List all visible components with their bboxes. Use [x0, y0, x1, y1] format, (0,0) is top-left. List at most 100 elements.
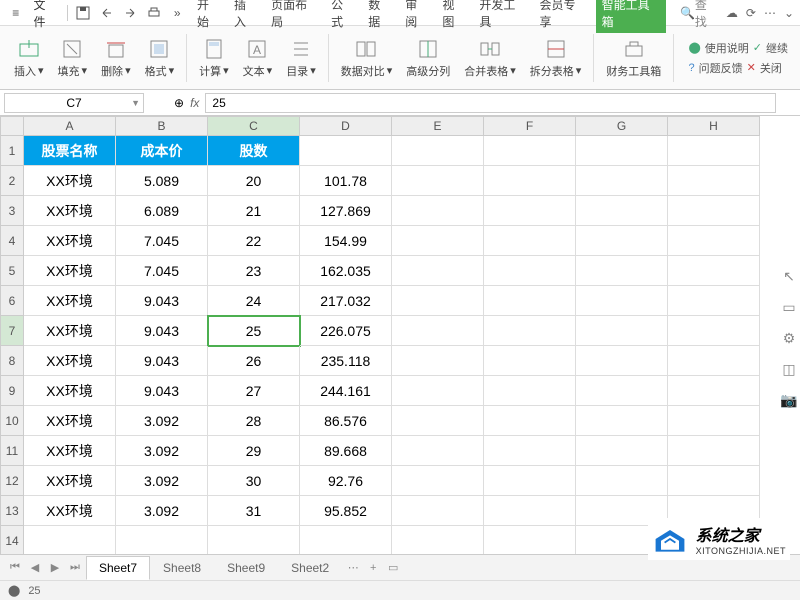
menu-tab[interactable]: 开发工具 — [473, 0, 531, 33]
row-header[interactable]: 13 — [0, 496, 24, 526]
cell[interactable] — [576, 346, 668, 376]
cell[interactable] — [484, 376, 576, 406]
cell[interactable]: XX环境 — [24, 196, 116, 226]
sheet-list-icon[interactable]: ▭ — [384, 559, 402, 577]
delete-button[interactable]: 删除▾ — [95, 35, 137, 81]
cell[interactable] — [392, 376, 484, 406]
cell[interactable] — [576, 286, 668, 316]
menu-tab[interactable]: 开始 — [191, 0, 226, 33]
cell[interactable] — [576, 406, 668, 436]
cell[interactable] — [392, 346, 484, 376]
cell[interactable]: 9.043 — [116, 316, 208, 346]
cell[interactable]: XX环境 — [24, 316, 116, 346]
cell[interactable] — [484, 526, 576, 556]
cell[interactable] — [668, 406, 760, 436]
cell[interactable] — [576, 166, 668, 196]
row-header[interactable]: 1 — [0, 136, 24, 166]
cell[interactable]: 3.092 — [116, 436, 208, 466]
more-sheets-icon[interactable]: ⋯ — [344, 559, 362, 577]
cell[interactable]: 154.99 — [300, 226, 392, 256]
cell[interactable]: 7.045 — [116, 226, 208, 256]
cell[interactable]: 162.035 — [300, 256, 392, 286]
cell[interactable]: 30 — [208, 466, 300, 496]
cell[interactable]: 127.869 — [300, 196, 392, 226]
cell[interactable] — [392, 196, 484, 226]
cell[interactable]: 9.043 — [116, 376, 208, 406]
cell[interactable] — [392, 136, 484, 166]
chart-icon[interactable]: ◫ — [782, 361, 795, 378]
cell[interactable] — [668, 466, 760, 496]
cell[interactable] — [668, 196, 760, 226]
cell[interactable]: 3.092 — [116, 466, 208, 496]
cloud-icon[interactable]: ☁ — [726, 6, 738, 20]
menu-tab[interactable]: 公式 — [325, 0, 360, 33]
cell[interactable] — [392, 286, 484, 316]
cell[interactable] — [576, 196, 668, 226]
cell[interactable]: XX环境 — [24, 376, 116, 406]
cell[interactable]: 28 — [208, 406, 300, 436]
row-header[interactable]: 9 — [0, 376, 24, 406]
row-header[interactable]: 3 — [0, 196, 24, 226]
finance-button[interactable]: 财务工具箱 — [600, 35, 667, 81]
cell[interactable] — [484, 316, 576, 346]
cell[interactable] — [576, 376, 668, 406]
cell[interactable] — [576, 136, 668, 166]
cell[interactable]: XX环境 — [24, 166, 116, 196]
menu-tab[interactable]: 视图 — [436, 0, 471, 33]
column-header[interactable]: D — [300, 116, 392, 136]
cell[interactable]: 21 — [208, 196, 300, 226]
print-icon[interactable] — [144, 3, 163, 23]
func-icon[interactable]: ⊕ — [174, 96, 184, 110]
cell[interactable]: 6.089 — [116, 196, 208, 226]
cell[interactable] — [392, 256, 484, 286]
menu-icon[interactable]: ≡ — [6, 3, 25, 23]
cell[interactable] — [484, 166, 576, 196]
cell[interactable] — [484, 196, 576, 226]
ellipsis-icon[interactable]: ⋯ — [764, 6, 776, 20]
cell[interactable]: XX环境 — [24, 406, 116, 436]
cell[interactable]: 27 — [208, 376, 300, 406]
cell[interactable]: 217.032 — [300, 286, 392, 316]
toc-button[interactable]: 目录▾ — [280, 35, 322, 81]
cell[interactable] — [484, 226, 576, 256]
cell[interactable] — [668, 256, 760, 286]
cell[interactable] — [484, 466, 576, 496]
cell[interactable]: 22 — [208, 226, 300, 256]
sheet-tab[interactable]: Sheet9 — [214, 556, 278, 580]
menu-tab[interactable]: 数据 — [362, 0, 397, 33]
cell[interactable]: 89.668 — [300, 436, 392, 466]
select-all-corner[interactable] — [0, 116, 24, 136]
cell[interactable] — [668, 226, 760, 256]
cell[interactable]: XX环境 — [24, 496, 116, 526]
cell[interactable] — [484, 346, 576, 376]
cell[interactable] — [668, 286, 760, 316]
cell[interactable]: XX环境 — [24, 436, 116, 466]
insert-button[interactable]: 插入▾ — [8, 35, 50, 81]
sync-icon[interactable]: ⟳ — [746, 6, 756, 20]
cell[interactable]: XX环境 — [24, 466, 116, 496]
cell[interactable] — [484, 496, 576, 526]
cell[interactable] — [668, 346, 760, 376]
first-sheet-icon[interactable]: ⏮ — [6, 559, 24, 577]
save-icon[interactable] — [74, 3, 93, 23]
cell[interactable] — [392, 316, 484, 346]
chevron-down-icon[interactable]: ⌄ — [784, 6, 794, 20]
row-header[interactable]: 2 — [0, 166, 24, 196]
split-table-button[interactable]: 拆分表格▾ — [524, 35, 588, 81]
cell[interactable]: XX环境 — [24, 286, 116, 316]
next-sheet-icon[interactable]: ▶ — [46, 559, 64, 577]
cell[interactable]: XX环境 — [24, 226, 116, 256]
cursor-icon[interactable]: ↖ — [783, 268, 795, 285]
feedback-button[interactable]: ?问题反馈 ✕关闭 — [688, 60, 788, 76]
cell[interactable] — [116, 526, 208, 556]
cell[interactable]: 20 — [208, 166, 300, 196]
cell[interactable]: 29 — [208, 436, 300, 466]
last-sheet-icon[interactable]: ⏭ — [66, 559, 84, 577]
calc-button[interactable]: 计算▾ — [193, 35, 235, 81]
cell[interactable] — [484, 436, 576, 466]
cell[interactable] — [208, 526, 300, 556]
row-header[interactable]: 7 — [0, 316, 24, 346]
cell[interactable]: 股票名称 — [24, 136, 116, 166]
search-box[interactable]: 🔍 查找 — [676, 0, 722, 32]
cell[interactable] — [484, 286, 576, 316]
